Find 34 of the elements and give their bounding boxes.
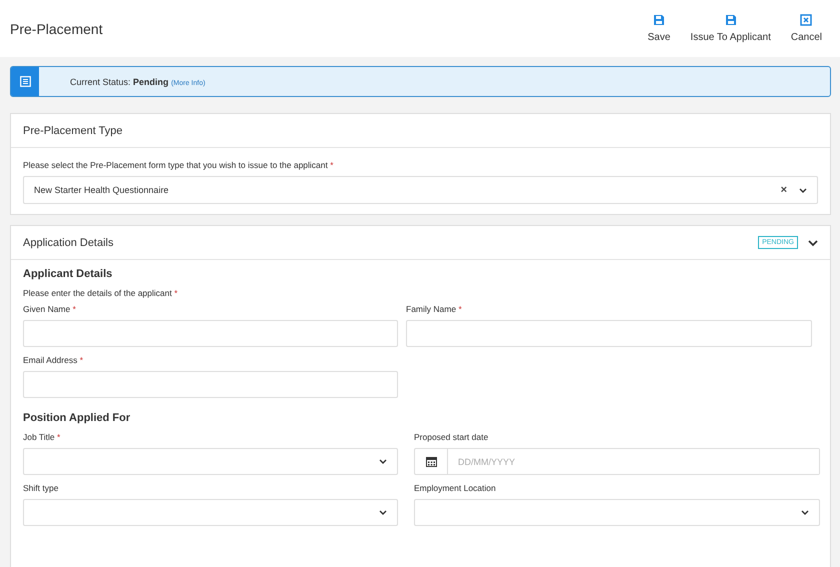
calendar-icon <box>426 456 436 467</box>
dropdown-field[interactable] <box>23 499 398 526</box>
dropdown-field[interactable] <box>23 448 398 475</box>
text-field[interactable] <box>23 320 398 347</box>
chevron-down-icon <box>379 510 387 515</box>
section-prompt: Please enter the details of the applicant * <box>23 288 179 298</box>
dropdown-field[interactable]: New Starter Health Questionnaire × <box>23 176 818 204</box>
card-title: Pre-Placement Type <box>23 124 124 136</box>
toolbar-button[interactable]: Save <box>640 8 678 49</box>
field-label: Please select the Pre-Placement form type that you wish to issue to the applicant * <box>23 160 334 170</box>
close-icon <box>800 14 812 26</box>
field-label: Shift type <box>23 483 60 493</box>
chevron-down-icon <box>799 188 807 192</box>
field-label: Given Name * <box>23 304 77 314</box>
card-title: Application Details <box>23 236 114 248</box>
chevron-down-icon <box>379 459 387 464</box>
document-icon <box>20 76 30 87</box>
toolbar-button[interactable]: Issue To Applicant <box>682 8 779 49</box>
field-label: Employment Location <box>414 483 497 493</box>
field-label: Proposed start date <box>414 432 490 442</box>
dropdown-field[interactable] <box>414 499 820 526</box>
chevron-down-icon <box>801 510 809 515</box>
toolbar-button[interactable]: Cancel <box>782 8 830 49</box>
clear-icon[interactable]: × <box>780 184 787 196</box>
field-label: Email Address * <box>23 355 84 365</box>
chevron-down-icon[interactable] <box>808 238 818 246</box>
text-field[interactable] <box>23 371 398 398</box>
section-heading: Position Applied For <box>23 412 132 424</box>
date-field[interactable]: DD/MM/YYYY <box>414 448 820 475</box>
field-label: Family Name * <box>406 304 463 314</box>
text-field[interactable] <box>406 320 812 347</box>
field-label: Job Title * <box>23 432 62 442</box>
page-title: Pre-Placement <box>10 20 104 36</box>
section-heading: Applicant Details <box>23 268 114 280</box>
